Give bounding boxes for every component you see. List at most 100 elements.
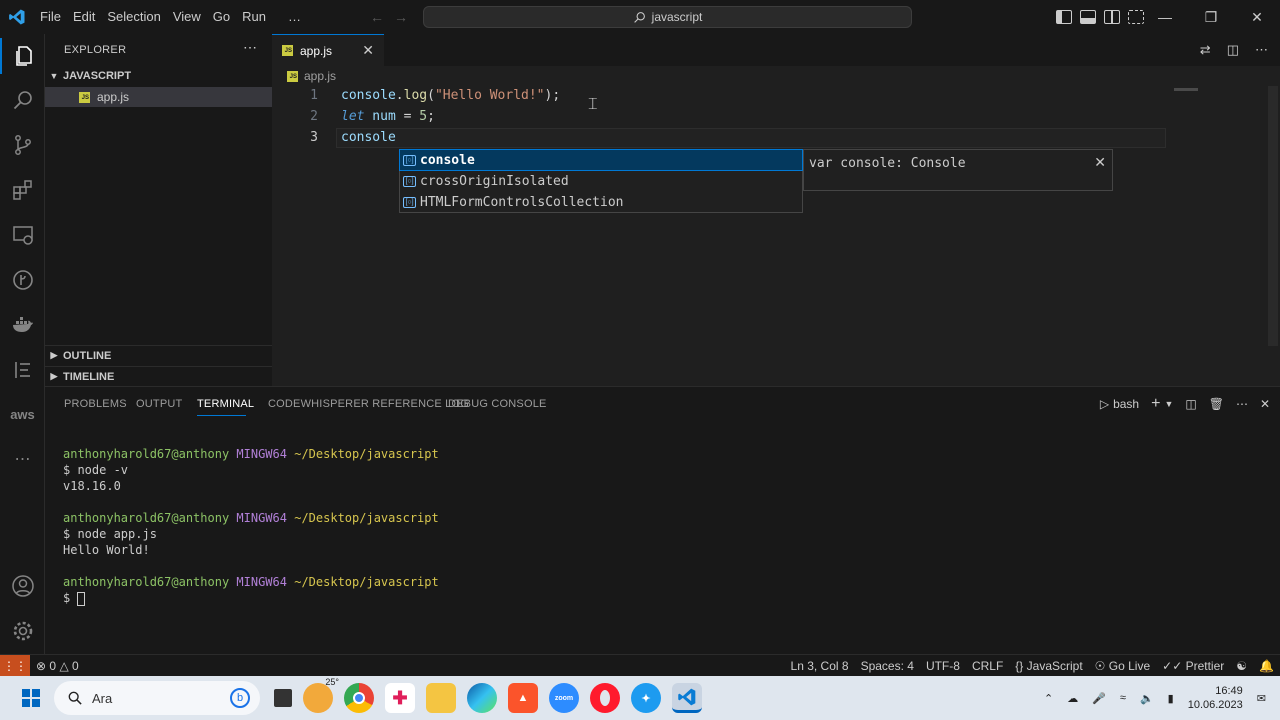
editor-actions: ⇄ ◫ ⋯ xyxy=(1200,42,1268,58)
task-view-icon[interactable] xyxy=(274,689,292,707)
taskbar-search[interactable]: Ara b xyxy=(54,681,260,715)
battery-icon[interactable]: ▮ xyxy=(1168,692,1174,705)
menu-view[interactable]: View xyxy=(167,0,207,34)
outline-section[interactable]: ▶ OUTLINE xyxy=(45,345,272,365)
wifi-icon[interactable]: ≈ xyxy=(1120,692,1126,704)
accounts-icon[interactable] xyxy=(0,566,45,606)
search-icon xyxy=(68,691,82,705)
tab-terminal[interactable]: TERMINAL xyxy=(197,398,254,410)
bing-icon[interactable]: b xyxy=(230,688,250,708)
cursor-position[interactable]: Ln 3, Col 8 xyxy=(785,659,855,673)
aws-icon[interactable]: aws xyxy=(0,394,45,434)
extensions-icon[interactable] xyxy=(0,170,45,210)
split-editor-icon[interactable]: ◫ xyxy=(1227,42,1239,58)
notification-center-icon[interactable]: ✉ xyxy=(1257,692,1266,705)
tab-app-js[interactable]: JS app.js ✕ xyxy=(272,34,384,66)
timeline-list-icon[interactable] xyxy=(0,350,45,390)
suggestion-item[interactable]: [○] console xyxy=(399,149,803,171)
zoom-icon[interactable]: zoom xyxy=(549,683,579,713)
suggestion-item[interactable]: [○] HTMLFormControlsCollection xyxy=(400,192,802,212)
prettier-button[interactable]: ✓✓ Prettier xyxy=(1156,659,1230,673)
notifications-bell-icon[interactable]: 🔔 xyxy=(1253,659,1280,673)
git-graph-icon[interactable] xyxy=(0,260,45,300)
menu-file[interactable]: File xyxy=(34,0,67,34)
close-icon[interactable]: ✕ xyxy=(1094,154,1106,171)
language-mode[interactable]: {} JavaScript xyxy=(1009,659,1088,673)
chrome-icon[interactable] xyxy=(344,683,374,713)
suggestion-item[interactable]: [○] crossOriginIsolated xyxy=(400,171,802,191)
chevron-down-icon[interactable]: ▼ xyxy=(1164,399,1173,409)
problems-indicator[interactable]: ⊗ 0 △ 0 xyxy=(30,659,85,673)
prompt-user: anthonyharold67@anthony xyxy=(63,511,230,525)
code-line-3[interactable]: console xyxy=(341,128,396,148)
close-panel-icon[interactable]: ✕ xyxy=(1260,397,1270,411)
file-item-app-js[interactable]: JS app.js xyxy=(45,87,272,107)
search-icon[interactable] xyxy=(0,80,45,120)
editor-scrollbar[interactable] xyxy=(1268,86,1278,346)
close-icon[interactable]: ✕ xyxy=(1234,0,1280,34)
cloud-offline-icon[interactable]: ☁ xyxy=(1067,692,1078,705)
compare-changes-icon[interactable]: ⇄ xyxy=(1200,42,1211,58)
menu-edit[interactable]: Edit xyxy=(67,0,101,34)
settings-gear-icon[interactable] xyxy=(0,611,45,651)
source-control-icon[interactable] xyxy=(0,125,45,165)
menu-run[interactable]: Run xyxy=(236,0,272,34)
menu-selection[interactable]: Selection xyxy=(101,0,166,34)
edge-icon[interactable] xyxy=(467,683,497,713)
command-center[interactable]: javascript xyxy=(423,6,912,28)
go-live-button[interactable]: ☉ Go Live xyxy=(1089,659,1156,673)
toggle-panel-icon[interactable] xyxy=(1080,10,1096,24)
split-terminal-icon[interactable]: ◫ xyxy=(1185,397,1196,411)
more-views-icon[interactable]: ⋯ xyxy=(0,439,45,479)
timeline-section[interactable]: ▶ TIMELINE xyxy=(45,366,272,386)
tab-output[interactable]: OUTPUT xyxy=(136,398,182,410)
kill-terminal-trash-icon[interactable]: 🗑 xyxy=(1209,397,1224,411)
shell-label[interactable]: bash xyxy=(1113,397,1139,411)
twitter-icon[interactable]: ✦ xyxy=(631,683,661,713)
feedback-icon[interactable]: ☯ xyxy=(1230,659,1253,673)
code-editor[interactable]: 1 2 3 console.log("Hello World!"); let n… xyxy=(272,86,1280,386)
microphone-icon[interactable]: 🎤 xyxy=(1092,692,1106,705)
new-terminal-icon[interactable]: + xyxy=(1151,395,1160,413)
breadcrumb-file[interactable]: app.js xyxy=(304,69,336,83)
indentation[interactable]: Spaces: 4 xyxy=(855,659,920,673)
brave-icon[interactable]: ▲ xyxy=(508,683,538,713)
weather-icon[interactable]: 25° xyxy=(303,677,339,713)
folder-javascript[interactable]: ▼ JAVASCRIPT xyxy=(45,66,272,86)
forward-arrow-icon[interactable]: → xyxy=(394,9,408,25)
toggle-secondary-sidebar-icon[interactable] xyxy=(1104,10,1120,24)
tab-close-icon[interactable]: ✕ xyxy=(362,42,374,59)
clock[interactable]: 16:49 10.06.2023 xyxy=(1188,684,1243,712)
opera-icon[interactable] xyxy=(590,683,620,713)
explorer-more-icon[interactable]: ⋯ xyxy=(243,39,257,56)
more-actions-icon[interactable]: ⋯ xyxy=(1236,397,1248,411)
tab-debug-console[interactable]: DEBUG CONSOLE xyxy=(448,398,547,410)
code-line-1[interactable]: console.log("Hello World!"); xyxy=(341,86,560,106)
volume-icon[interactable]: 🔈 xyxy=(1140,692,1154,705)
explorer-icon[interactable] xyxy=(0,36,45,76)
braces-icon: {} xyxy=(1015,658,1024,673)
file-explorer-icon[interactable] xyxy=(426,683,456,713)
menu-more[interactable]: … xyxy=(282,0,307,34)
code-line-2[interactable]: let num = 5; xyxy=(341,107,435,127)
toggle-sidebar-icon[interactable] xyxy=(1056,10,1072,24)
tab-problems[interactable]: PROBLEMS xyxy=(64,398,127,410)
editor-tab-bar: JS app.js ✕ ⇄ ◫ ⋯ xyxy=(272,34,1280,66)
end-of-line[interactable]: CRLF xyxy=(966,659,1009,673)
tab-codewhisperer-log[interactable]: CODEWHISPERER REFERENCE LOG xyxy=(268,398,469,410)
terminal-input-line[interactable]: $ xyxy=(63,590,86,606)
windows-start-icon[interactable] xyxy=(16,683,46,713)
docker-icon[interactable] xyxy=(0,305,45,345)
vscode-taskbar-icon[interactable] xyxy=(672,683,702,713)
menu-go[interactable]: Go xyxy=(207,0,236,34)
remote-explorer-icon[interactable] xyxy=(0,215,45,255)
remote-indicator-icon[interactable]: ⋮⋮ xyxy=(0,654,30,677)
encoding[interactable]: UTF-8 xyxy=(920,659,966,673)
back-arrow-icon[interactable]: ← xyxy=(370,9,384,25)
minimize-icon[interactable]: — xyxy=(1142,0,1188,34)
chevron-up-icon[interactable]: ⌃ xyxy=(1044,692,1053,705)
restore-icon[interactable]: ❐ xyxy=(1188,0,1234,34)
minimap[interactable] xyxy=(1174,88,1198,91)
more-actions-icon[interactable]: ⋯ xyxy=(1255,42,1268,58)
slack-icon[interactable]: ✚ xyxy=(385,683,415,713)
